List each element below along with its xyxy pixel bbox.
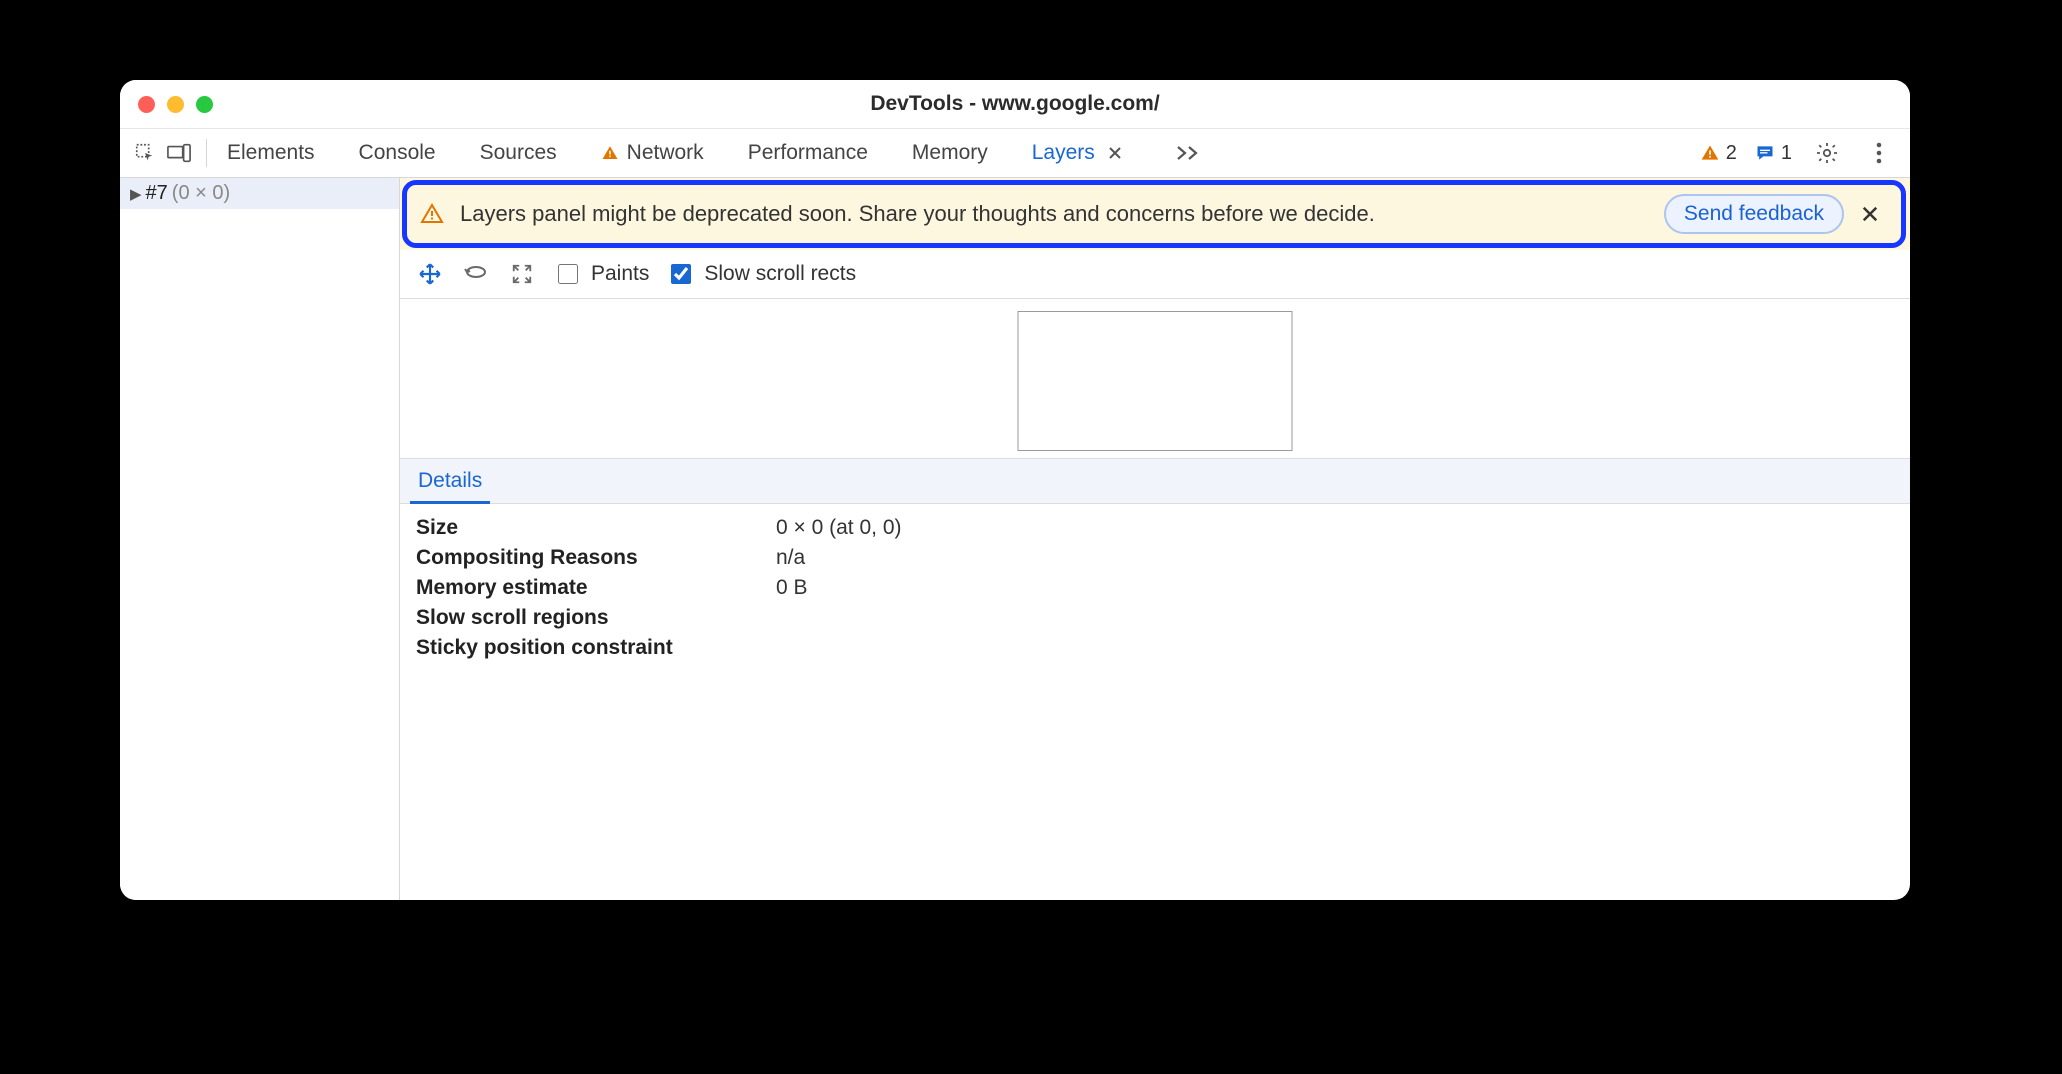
detail-val-comp: n/a (776, 546, 1894, 570)
more-tabs-icon[interactable] (1175, 143, 1203, 163)
tab-network[interactable]: Network (597, 131, 708, 175)
detail-key-comp: Compositing Reasons (416, 546, 776, 570)
detail-key-slow: Slow scroll regions (416, 606, 776, 630)
warning-icon (1700, 143, 1720, 163)
inspect-element-icon[interactable] (128, 136, 162, 170)
layer-details: Size 0 × 0 (at 0, 0) Compositing Reasons… (400, 504, 1910, 672)
rotate-mode-icon[interactable] (462, 260, 490, 288)
deprecation-banner-highlight: Layers panel might be deprecated soon. S… (400, 178, 1910, 250)
close-tab-icon[interactable] (1107, 145, 1123, 161)
detail-key-mem: Memory estimate (416, 576, 776, 600)
tab-layers-label: Layers (1032, 141, 1095, 165)
panel-tabs: Elements Console Sources Network Perform… (223, 131, 1203, 175)
tab-details[interactable]: Details (400, 459, 500, 503)
layers-tree: ▶ #7 (0 × 0) (120, 178, 400, 900)
detail-val-sticky (776, 636, 1894, 660)
paints-checkbox-label[interactable]: Paints (554, 261, 649, 287)
detail-key-size: Size (416, 516, 776, 540)
maximize-window-button[interactable] (196, 96, 213, 113)
detail-val-slow (776, 606, 1894, 630)
issues-counter[interactable]: 2 (1700, 142, 1737, 165)
messages-counter[interactable]: 1 (1755, 142, 1792, 165)
tab-layers[interactable]: Layers (1028, 131, 1127, 175)
warning-icon (601, 144, 619, 162)
tab-sources[interactable]: Sources (476, 131, 561, 175)
slow-scroll-checkbox[interactable] (671, 264, 691, 284)
device-toolbar-icon[interactable] (162, 136, 196, 170)
send-feedback-button[interactable]: Send feedback (1664, 194, 1844, 234)
detail-key-sticky: Sticky position constraint (416, 636, 776, 660)
devtools-window: DevTools - www.google.com/ Elements Cons… (120, 80, 1910, 900)
slow-scroll-checkbox-label[interactable]: Slow scroll rects (667, 261, 856, 287)
tree-item-dim: (0 × 0) (172, 182, 230, 205)
tree-item-id: #7 (146, 182, 168, 205)
toolbar-separator (206, 139, 207, 167)
window-titlebar: DevTools - www.google.com/ (120, 80, 1910, 128)
tab-network-label: Network (627, 141, 704, 165)
paints-label: Paints (591, 262, 649, 286)
layers-content: Layers panel might be deprecated soon. S… (400, 178, 1910, 900)
tab-performance[interactable]: Performance (744, 131, 872, 175)
message-icon (1755, 143, 1775, 163)
layers-3d-view[interactable] (400, 299, 1910, 459)
tab-memory[interactable]: Memory (908, 131, 992, 175)
detail-val-size: 0 × 0 (at 0, 0) (776, 516, 1894, 540)
disclosure-triangle-icon[interactable]: ▶ (130, 185, 142, 203)
layers-view-toolbar: Paints Slow scroll rects (400, 250, 1910, 299)
deprecation-banner: Layers panel might be deprecated soon. S… (400, 178, 1910, 250)
warning-icon (420, 202, 444, 226)
tab-elements[interactable]: Elements (223, 131, 319, 175)
kebab-menu-icon[interactable] (1862, 136, 1896, 170)
main-toolbar: Elements Console Sources Network Perform… (120, 128, 1910, 178)
pan-mode-icon[interactable] (416, 260, 444, 288)
issues-count: 2 (1726, 142, 1737, 165)
messages-count: 1 (1781, 142, 1792, 165)
banner-message: Layers panel might be deprecated soon. S… (460, 201, 1648, 227)
banner-close-icon[interactable] (1860, 204, 1890, 224)
main-area: ▶ #7 (0 × 0) Layers panel might be depre… (120, 178, 1910, 900)
slow-scroll-label: Slow scroll rects (704, 262, 856, 286)
close-window-button[interactable] (138, 96, 155, 113)
toolbar-right: 2 1 (1700, 136, 1902, 170)
layer-outline[interactable] (1018, 311, 1293, 451)
window-title: DevTools - www.google.com/ (120, 92, 1910, 116)
detail-val-mem: 0 B (776, 576, 1894, 600)
window-controls (120, 96, 213, 113)
reset-view-icon[interactable] (508, 260, 536, 288)
paints-checkbox[interactable] (558, 264, 578, 284)
layers-tree-item[interactable]: ▶ #7 (0 × 0) (120, 178, 399, 209)
details-tabstrip: Details (400, 459, 1910, 504)
tab-console[interactable]: Console (355, 131, 440, 175)
settings-icon[interactable] (1810, 136, 1844, 170)
minimize-window-button[interactable] (167, 96, 184, 113)
